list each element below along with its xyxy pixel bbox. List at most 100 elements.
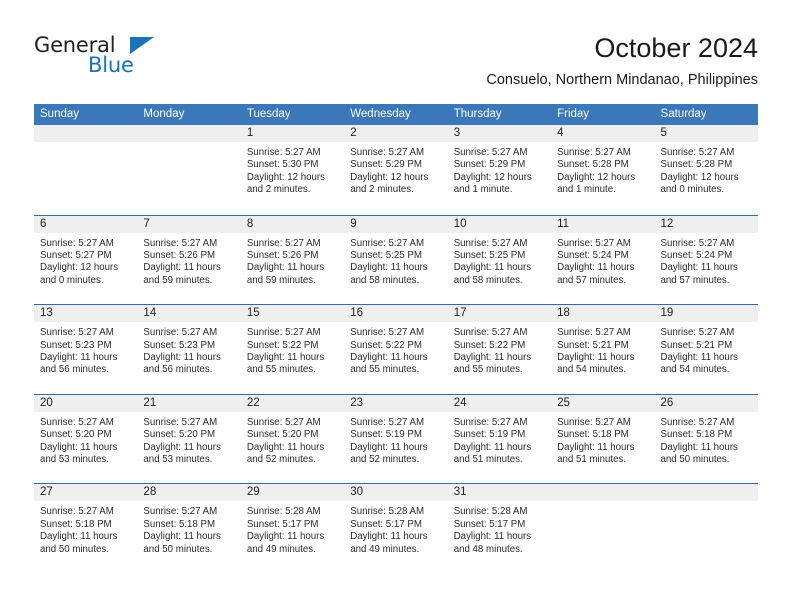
sunset-text: Sunset: 5:28 PM bbox=[660, 159, 733, 171]
day-number-band bbox=[551, 484, 655, 502]
day-number-band: 11 bbox=[551, 215, 655, 233]
daylight-text: Daylight: 11 hours and 58 minutes. bbox=[453, 262, 532, 286]
day-sun-info: Sunrise: 5:27 AM Sunset: 5:20 PM Daylight:… bbox=[34, 412, 137, 467]
daylight-text: Daylight: 11 hours and 54 minutes. bbox=[660, 352, 738, 376]
daylight-text: Daylight: 11 hours and 54 minutes. bbox=[557, 352, 635, 376]
day-number: 12 bbox=[660, 217, 674, 230]
day-number: 1 bbox=[246, 127, 254, 139]
day-cell-17[interactable]: 17 Sunrise: 5:27 AM Sunset: 5:22 PM Dayligh… bbox=[447, 305, 552, 394]
day-cell-4[interactable]: 4 Sunrise: 5:27 AM Sunset: 5:28 PM Daylight… bbox=[551, 125, 655, 215]
sunrise-text: Sunrise: 5:27 AM bbox=[660, 327, 735, 339]
sunset-text: Sunset: 5:24 PM bbox=[557, 250, 629, 261]
sunset-text: Sunset: 5:19 PM bbox=[350, 429, 422, 441]
sunset-text: Sunset: 5:29 PM bbox=[453, 159, 526, 171]
sunrise-text: Sunrise: 5:28 AM bbox=[246, 506, 321, 518]
sunset-text: Sunset: 5:30 PM bbox=[246, 159, 319, 171]
day-cell-23[interactable]: 23 Sunrise: 5:27 AM Sunset: 5:19 PM Dayligh… bbox=[344, 394, 448, 484]
day-number-band: 30 bbox=[344, 484, 448, 502]
sunrise-text: Sunrise: 5:28 AM bbox=[453, 506, 528, 518]
day-sun-info: Sunrise: 5:27 AM Sunset: 5:18 PM Daylight:… bbox=[551, 412, 654, 467]
day-sun-info: Sunrise: 5:27 AM Sunset: 5:20 PM Daylight:… bbox=[241, 412, 344, 467]
daylight-text: Daylight: 11 hours and 57 minutes. bbox=[557, 262, 635, 286]
day-number-band: 29 bbox=[240, 484, 345, 502]
day-cell-22[interactable]: 22 Sunrise: 5:27 AM Sunset: 5:20 PM Dayligh… bbox=[240, 394, 345, 484]
day-cell-9[interactable]: 9 Sunrise: 5:27 AM Sunset: 5:25 PM Daylight… bbox=[344, 215, 448, 305]
day-cell-18[interactable]: 18 Sunrise: 5:27 AM Sunset: 5:21 PM Dayligh… bbox=[551, 305, 655, 394]
day-sun-info: Sunrise: 5:27 AM Sunset: 5:28 PM Daylight:… bbox=[551, 142, 654, 197]
sunrise-text: Sunrise: 5:27 AM bbox=[40, 506, 114, 518]
daylight-text: Daylight: 11 hours and 59 minutes. bbox=[246, 262, 325, 286]
day-cell-8[interactable]: 8 Sunrise: 5:27 AM Sunset: 5:26 PM Daylight… bbox=[240, 215, 345, 305]
day-cell-29[interactable]: 29 Sunrise: 5:28 AM Sunset: 5:17 PM Dayligh… bbox=[240, 484, 345, 573]
sunset-text: Sunset: 5:20 PM bbox=[246, 429, 319, 441]
day-sun-info: Sunrise: 5:28 AM Sunset: 5:17 PM Daylight:… bbox=[241, 501, 344, 556]
daylight-text: Daylight: 12 hours and 2 minutes. bbox=[350, 171, 429, 196]
day-cell-25[interactable]: 25 Sunrise: 5:27 AM Sunset: 5:18 PM Dayligh… bbox=[551, 394, 655, 484]
general-blue-logo[interactable]: General Blue bbox=[34, 33, 214, 83]
day-cell-3[interactable]: 3 Sunrise: 5:27 AM Sunset: 5:29 PM Daylight… bbox=[447, 125, 552, 215]
weekday-header-sunday: Sunday bbox=[40, 108, 80, 120]
day-sun-info: Sunrise: 5:27 AM Sunset: 5:20 PM Daylight:… bbox=[137, 412, 240, 467]
day-sun-info: Sunrise: 5:27 AM Sunset: 5:25 PM Daylight:… bbox=[344, 233, 447, 288]
day-sun-info: Sunrise: 5:27 AM Sunset: 5:26 PM Daylight:… bbox=[241, 233, 344, 288]
daylight-text: Daylight: 11 hours and 55 minutes. bbox=[453, 352, 532, 376]
day-cell-16[interactable]: 16 Sunrise: 5:27 AM Sunset: 5:22 PM Dayligh… bbox=[344, 305, 448, 394]
sunrise-text: Sunrise: 5:27 AM bbox=[350, 237, 425, 249]
sunset-text: Sunset: 5:18 PM bbox=[40, 518, 112, 530]
day-number: 16 bbox=[350, 307, 364, 320]
day-sun-info: Sunrise: 5:27 AM Sunset: 5:28 PM Daylight:… bbox=[655, 142, 758, 197]
day-number: 20 bbox=[40, 396, 53, 409]
sunrise-text: Sunrise: 5:27 AM bbox=[143, 327, 218, 339]
daylight-text: Daylight: 12 hours and 2 minutes. bbox=[246, 171, 325, 196]
day-cell-20[interactable]: 20 Sunrise: 5:27 AM Sunset: 5:20 PM Dayligh… bbox=[34, 394, 138, 484]
weekday-header-friday: Friday bbox=[557, 108, 590, 120]
day-cell-1[interactable]: 1 Sunrise: 5:27 AM Sunset: 5:30 PM Daylight… bbox=[240, 125, 345, 215]
daylight-text: Daylight: 11 hours and 51 minutes. bbox=[557, 441, 635, 465]
weekday-header-saturday: Saturday bbox=[660, 108, 707, 120]
day-cell-30[interactable]: 30 Sunrise: 5:28 AM Sunset: 5:17 PM Dayligh… bbox=[344, 484, 448, 573]
day-cell-7[interactable]: 7 Sunrise: 5:27 AM Sunset: 5:26 PM Daylight… bbox=[137, 215, 241, 305]
day-number: 31 bbox=[453, 486, 467, 499]
day-number-band bbox=[34, 125, 138, 142]
day-cell-21[interactable]: 21 Sunrise: 5:27 AM Sunset: 5:20 PM Dayligh… bbox=[137, 394, 241, 484]
day-cell-19[interactable]: 19 Sunrise: 5:27 AM Sunset: 5:21 PM Dayligh… bbox=[654, 305, 758, 394]
day-cell-26[interactable]: 26 Sunrise: 5:27 AM Sunset: 5:18 PM Dayligh… bbox=[654, 394, 758, 484]
sunrise-text: Sunrise: 5:27 AM bbox=[660, 416, 735, 428]
day-sun-info: Sunrise: 5:28 AM Sunset: 5:17 PM Daylight:… bbox=[344, 501, 447, 556]
day-cell-10[interactable]: 10 Sunrise: 5:27 AM Sunset: 5:25 PM Dayligh… bbox=[447, 215, 552, 305]
day-number: 2 bbox=[350, 127, 357, 139]
calendar-week-row: 6 Sunrise: 5:27 AM Sunset: 5:27 PM Daylight… bbox=[34, 214, 758, 305]
day-cell-6[interactable]: 6 Sunrise: 5:27 AM Sunset: 5:27 PM Daylight… bbox=[34, 215, 138, 305]
day-sun-info: Sunrise: 5:27 AM Sunset: 5:26 PM Daylight:… bbox=[137, 233, 240, 288]
sunset-text: Sunset: 5:24 PM bbox=[660, 250, 733, 261]
day-cell-15[interactable]: 15 Sunrise: 5:27 AM Sunset: 5:22 PM Dayligh… bbox=[240, 305, 345, 394]
day-sun-info: Sunrise: 5:27 AM Sunset: 5:27 PM Daylight:… bbox=[34, 233, 137, 288]
day-cell-31[interactable]: 31 Sunrise: 5:28 AM Sunset: 5:17 PM Dayligh… bbox=[447, 484, 552, 573]
day-cell-12[interactable]: 12 Sunrise: 5:27 AM Sunset: 5:24 PM Dayligh… bbox=[654, 215, 758, 305]
day-cell-24[interactable]: 24 Sunrise: 5:27 AM Sunset: 5:19 PM Dayligh… bbox=[447, 394, 552, 484]
day-sun-info: Sunrise: 5:27 AM Sunset: 5:25 PM Daylight:… bbox=[448, 233, 551, 288]
day-cell-27[interactable]: 27 Sunrise: 5:27 AM Sunset: 5:18 PM Dayligh… bbox=[34, 484, 138, 573]
day-number: 26 bbox=[660, 396, 674, 409]
sunset-text: Sunset: 5:20 PM bbox=[40, 429, 112, 441]
day-number: 17 bbox=[453, 307, 467, 320]
sunrise-text: Sunrise: 5:27 AM bbox=[557, 147, 631, 158]
day-cell-empty bbox=[654, 484, 758, 573]
day-cell-11[interactable]: 11 Sunrise: 5:27 AM Sunset: 5:24 PM Dayligh… bbox=[551, 215, 655, 305]
day-cell-28[interactable]: 28 Sunrise: 5:27 AM Sunset: 5:18 PM Dayligh… bbox=[137, 484, 241, 573]
day-cell-14[interactable]: 14 Sunrise: 5:27 AM Sunset: 5:23 PM Dayligh… bbox=[137, 305, 241, 394]
day-number: 13 bbox=[40, 307, 53, 320]
weekday-header-tuesday: Tuesday bbox=[246, 108, 291, 120]
daylight-text: Daylight: 11 hours and 56 minutes. bbox=[40, 352, 118, 376]
daylight-text: Daylight: 11 hours and 56 minutes. bbox=[143, 352, 221, 376]
day-number: 5 bbox=[660, 127, 667, 139]
day-number-band: 31 bbox=[447, 484, 552, 502]
day-cell-5[interactable]: 5 Sunrise: 5:27 AM Sunset: 5:28 PM Daylight… bbox=[654, 125, 758, 215]
day-cell-2[interactable]: 2 Sunrise: 5:27 AM Sunset: 5:29 PM Daylight… bbox=[344, 125, 448, 215]
sunrise-text: Sunrise: 5:27 AM bbox=[453, 416, 528, 428]
day-number: 29 bbox=[246, 486, 260, 499]
sunset-text: Sunset: 5:29 PM bbox=[350, 159, 422, 171]
day-number-band: 10 bbox=[447, 215, 552, 233]
daylight-text: Daylight: 12 hours and 1 minute. bbox=[453, 171, 532, 196]
day-cell-13[interactable]: 13 Sunrise: 5:27 AM Sunset: 5:23 PM Dayligh… bbox=[34, 305, 138, 394]
